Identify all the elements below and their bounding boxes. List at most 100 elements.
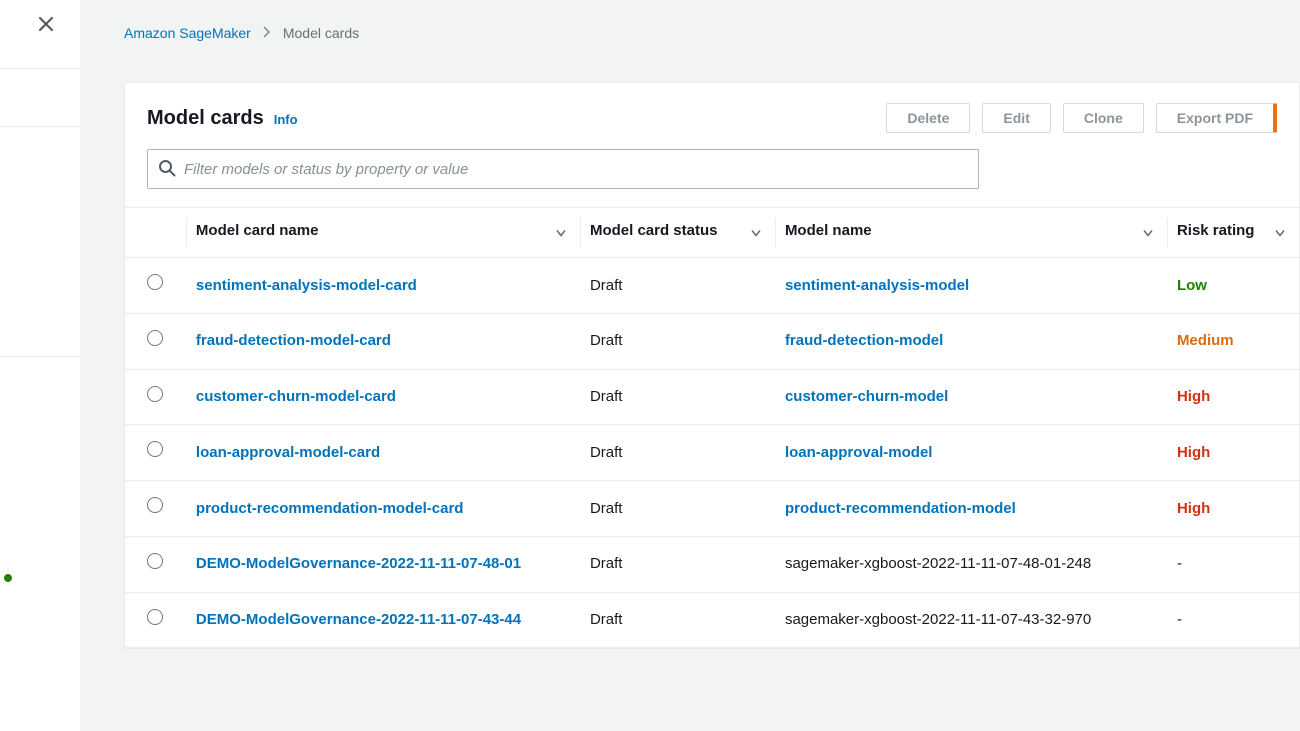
sort-icon: [751, 224, 761, 241]
model-card-link[interactable]: DEMO-ModelGovernance-2022-11-11-07-48-01: [196, 555, 521, 572]
model-link[interactable]: customer-churn-model: [785, 388, 948, 405]
col-header-label: Risk rating: [1177, 222, 1255, 239]
risk-badge: High: [1177, 444, 1210, 461]
info-link[interactable]: Info: [274, 112, 298, 127]
delete-button[interactable]: Delete: [886, 103, 970, 133]
model-cards-panel: Model cards Info Delete Edit Clone Expor…: [124, 82, 1300, 648]
risk-badge: -: [1177, 555, 1182, 572]
table-row: fraud-detection-model-card Draft fraud-det…: [125, 313, 1299, 369]
risk-badge: Medium: [1177, 332, 1234, 349]
model-cards-table: Model card name Model card status Model …: [125, 207, 1299, 647]
chevron-right-icon: [263, 25, 271, 41]
model-link[interactable]: loan-approval-model: [785, 444, 933, 461]
status-indicator-icon: [4, 574, 12, 582]
risk-cell: Low: [1167, 258, 1299, 314]
table-header-row: Model card name Model card status Model …: [125, 208, 1299, 258]
row-select-radio[interactable]: [147, 330, 163, 346]
close-icon[interactable]: [36, 14, 60, 38]
row-select-cell: [125, 481, 186, 537]
risk-cell: -: [1167, 536, 1299, 592]
model-name-cell: product-recommendation-model: [775, 481, 1167, 537]
panel-header: Model cards Info Delete Edit Clone Expor…: [125, 83, 1299, 139]
row-select-cell: [125, 425, 186, 481]
table-row: DEMO-ModelGovernance-2022-11-11-07-43-44…: [125, 592, 1299, 647]
risk-badge: -: [1177, 611, 1182, 628]
row-select-radio[interactable]: [147, 609, 163, 625]
risk-badge: Low: [1177, 277, 1207, 294]
action-buttons: Delete Edit Clone Export PDF: [886, 103, 1277, 133]
filter-box[interactable]: [147, 149, 979, 189]
status-cell: Draft: [580, 313, 775, 369]
card-name-cell: sentiment-analysis-model-card: [186, 258, 580, 314]
model-name-cell: sagemaker-xgboost-2022-11-11-07-48-01-24…: [775, 536, 1167, 592]
model-link[interactable]: sentiment-analysis-model: [785, 277, 969, 294]
search-icon: [158, 159, 176, 180]
col-header-risk[interactable]: Risk rating: [1167, 208, 1299, 258]
card-name-cell: fraud-detection-model-card: [186, 313, 580, 369]
card-name-cell: loan-approval-model-card: [186, 425, 580, 481]
left-rail: [0, 0, 80, 731]
model-name-text: sagemaker-xgboost-2022-11-11-07-48-01-24…: [785, 555, 1091, 572]
table-row: sentiment-analysis-model-card Draft sentim…: [125, 258, 1299, 314]
risk-badge: High: [1177, 388, 1210, 405]
row-select-cell: [125, 313, 186, 369]
row-select-radio[interactable]: [147, 497, 163, 513]
status-cell: Draft: [580, 369, 775, 425]
status-cell: Draft: [580, 481, 775, 537]
card-name-cell: DEMO-ModelGovernance-2022-11-11-07-43-44: [186, 592, 580, 647]
export-pdf-button[interactable]: Export PDF: [1156, 103, 1277, 133]
model-card-link[interactable]: loan-approval-model-card: [196, 444, 380, 461]
model-card-link[interactable]: fraud-detection-model-card: [196, 332, 391, 349]
main-content: Amazon SageMaker Model cards Model cards…: [80, 0, 1300, 731]
row-select-cell: [125, 592, 186, 647]
sort-icon: [1143, 224, 1153, 241]
model-name-cell: customer-churn-model: [775, 369, 1167, 425]
status-cell: Draft: [580, 258, 775, 314]
row-select-radio[interactable]: [147, 386, 163, 402]
model-card-link[interactable]: sentiment-analysis-model-card: [196, 277, 417, 294]
col-header-select: [125, 208, 186, 258]
model-card-link[interactable]: product-recommendation-model-card: [196, 500, 464, 517]
row-select-cell: [125, 536, 186, 592]
risk-cell: Medium: [1167, 313, 1299, 369]
model-card-link[interactable]: customer-churn-model-card: [196, 388, 396, 405]
sort-icon: [556, 224, 566, 241]
model-name-cell: loan-approval-model: [775, 425, 1167, 481]
breadcrumb: Amazon SageMaker Model cards: [80, 0, 1300, 50]
table-row: customer-churn-model-card Draft customer-c…: [125, 369, 1299, 425]
table-row: loan-approval-model-card Draft loan-approv…: [125, 425, 1299, 481]
col-header-status[interactable]: Model card status: [580, 208, 775, 258]
filter-row: [125, 139, 1299, 207]
col-header-label: Model card name: [196, 222, 319, 239]
risk-cell: -: [1167, 592, 1299, 647]
clone-button[interactable]: Clone: [1063, 103, 1144, 133]
status-cell: Draft: [580, 536, 775, 592]
card-name-cell: product-recommendation-model-card: [186, 481, 580, 537]
row-select-cell: [125, 369, 186, 425]
row-select-radio[interactable]: [147, 274, 163, 290]
model-name-text: sagemaker-xgboost-2022-11-11-07-43-32-97…: [785, 611, 1091, 628]
risk-cell: High: [1167, 481, 1299, 537]
breadcrumb-root[interactable]: Amazon SageMaker: [124, 25, 251, 41]
rail-separator: [0, 126, 80, 127]
model-name-cell: sentiment-analysis-model: [775, 258, 1167, 314]
model-card-link[interactable]: DEMO-ModelGovernance-2022-11-11-07-43-44: [196, 611, 521, 628]
row-select-radio[interactable]: [147, 553, 163, 569]
row-select-radio[interactable]: [147, 441, 163, 457]
card-name-cell: DEMO-ModelGovernance-2022-11-11-07-48-01: [186, 536, 580, 592]
model-link[interactable]: fraud-detection-model: [785, 332, 943, 349]
risk-cell: High: [1167, 369, 1299, 425]
row-select-cell: [125, 258, 186, 314]
table-row: DEMO-ModelGovernance-2022-11-11-07-48-01…: [125, 536, 1299, 592]
filter-input[interactable]: [184, 161, 968, 178]
col-header-card-name[interactable]: Model card name: [186, 208, 580, 258]
breadcrumb-current: Model cards: [283, 25, 359, 41]
table-row: product-recommendation-model-card Draftpr…: [125, 481, 1299, 537]
card-name-cell: customer-churn-model-card: [186, 369, 580, 425]
risk-badge: High: [1177, 500, 1210, 517]
col-header-label: Model card status: [590, 222, 718, 239]
status-cell: Draft: [580, 425, 775, 481]
model-link[interactable]: product-recommendation-model: [785, 500, 1016, 517]
col-header-model-name[interactable]: Model name: [775, 208, 1167, 258]
edit-button[interactable]: Edit: [982, 103, 1050, 133]
